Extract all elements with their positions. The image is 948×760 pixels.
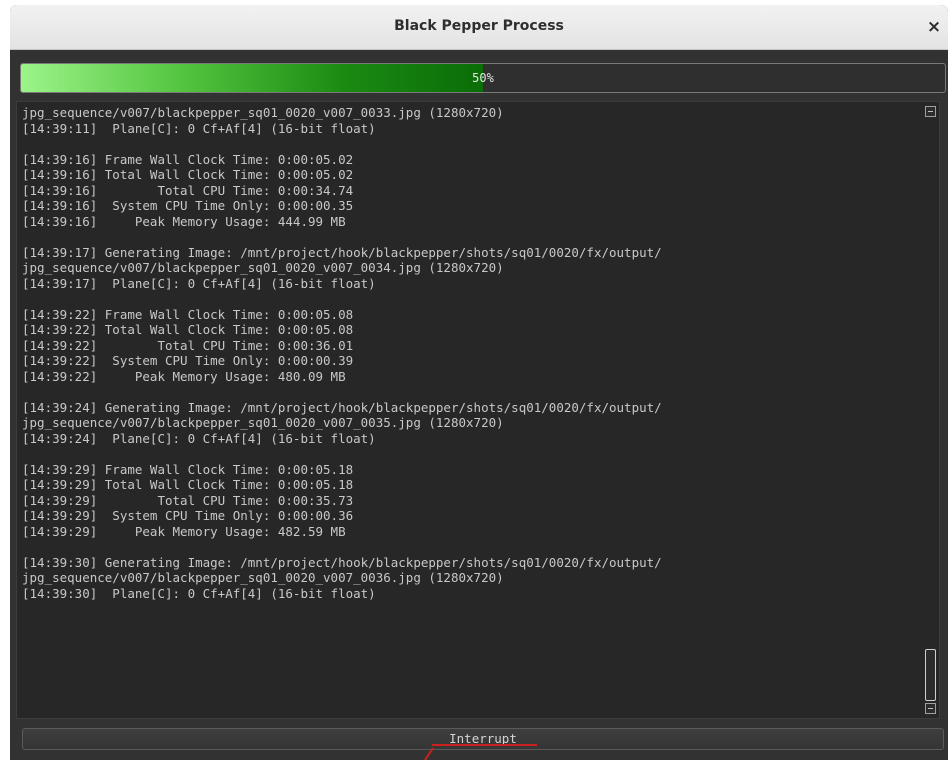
vertical-scrollbar[interactable]	[923, 102, 939, 718]
title-bar: Black Pepper Process ×	[10, 5, 948, 50]
close-icon[interactable]: ×	[922, 15, 946, 39]
scroll-up-arrow-icon[interactable]	[925, 106, 936, 117]
scrollbar-thumb[interactable]	[925, 649, 936, 701]
log-text: jpg_sequence/v007/blackpepper_sq01_0020_…	[22, 105, 662, 601]
scroll-down-arrow-icon[interactable]	[925, 703, 936, 714]
window-title: Black Pepper Process	[394, 18, 564, 34]
progress-bar: 50%	[20, 63, 946, 93]
log-output[interactable]: jpg_sequence/v007/blackpepper_sq01_0020_…	[16, 101, 940, 719]
process-window: Black Pepper Process × 50% jpg_sequence/…	[10, 5, 948, 760]
interrupt-button[interactable]: Interrupt	[22, 728, 944, 750]
progress-label: 50%	[472, 71, 494, 85]
